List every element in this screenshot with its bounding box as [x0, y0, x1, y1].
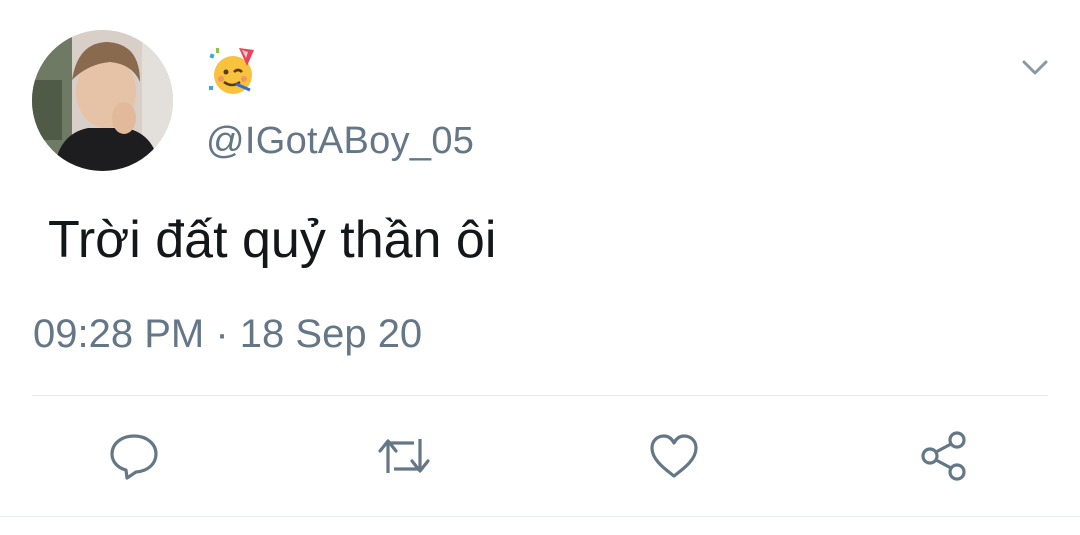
avatar[interactable]: [32, 30, 173, 171]
tweet-text: Trời đất quỷ thần ôi: [48, 211, 497, 269]
divider: [32, 395, 1048, 396]
reply-icon: [110, 434, 158, 480]
like-button[interactable]: [644, 426, 704, 486]
partying-face-icon: [209, 48, 254, 94]
tweet-time: 09:28 PM: [33, 312, 205, 356]
retweet-icon: [378, 439, 430, 473]
tweet-date: 18 Sep 20: [239, 312, 423, 356]
timestamp-separator: ·: [215, 312, 229, 356]
heart-icon: [650, 434, 698, 478]
retweet-button[interactable]: [374, 426, 434, 486]
tweet-card: @IGotABoy_05 Trời đất quỷ thần ôi 09:28 …: [0, 0, 1080, 535]
avatar-photo: [32, 30, 173, 171]
bottom-divider: [0, 516, 1080, 517]
user-handle[interactable]: @IGotABoy_05: [206, 120, 474, 163]
share-button[interactable]: [914, 426, 974, 486]
reply-button[interactable]: [104, 426, 164, 486]
chevron-down-icon[interactable]: [1018, 54, 1052, 82]
display-name[interactable]: [206, 44, 260, 98]
share-icon: [921, 431, 966, 481]
timestamp[interactable]: 09:28 PM · 18 Sep 20: [33, 312, 422, 357]
